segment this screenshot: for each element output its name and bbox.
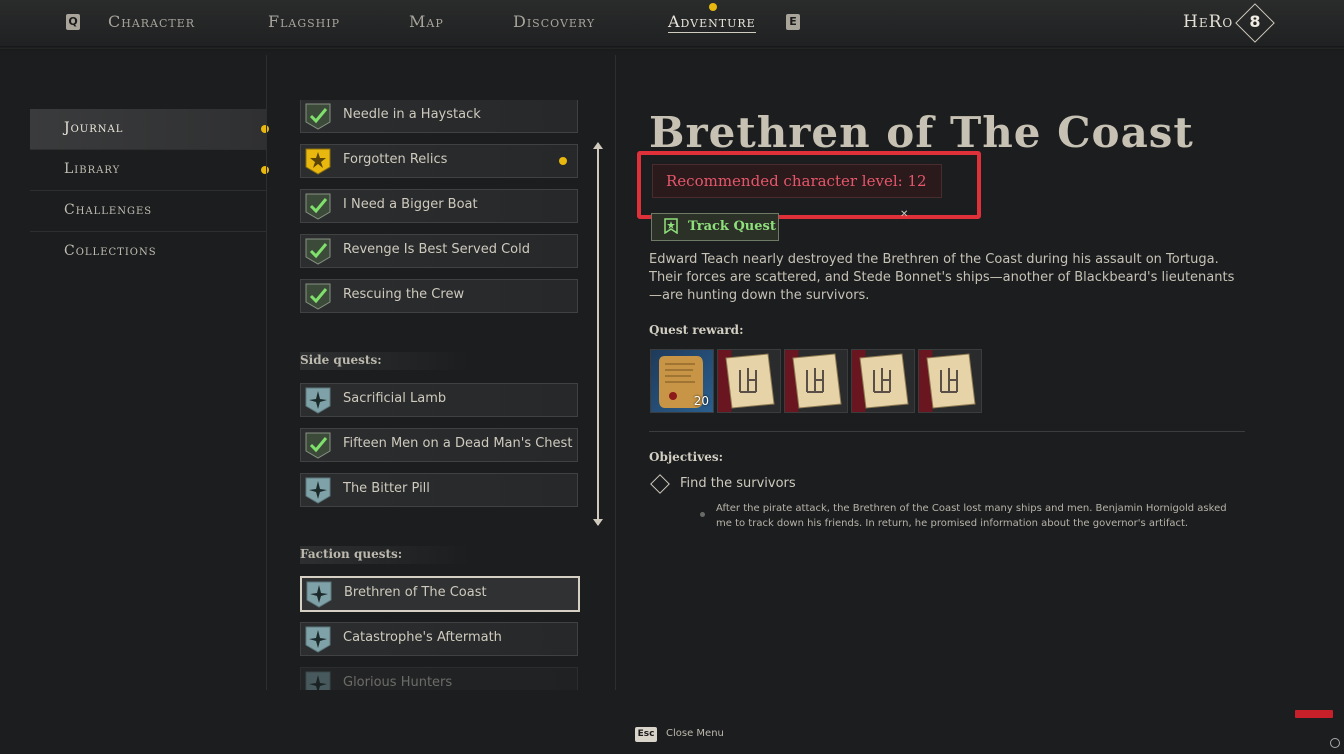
blueprint-icon: [725, 353, 775, 409]
section-divider: [649, 431, 1245, 432]
tab-map[interactable]: Map: [409, 12, 444, 31]
reward-item[interactable]: [784, 349, 848, 413]
compass-shield-icon: [305, 477, 331, 504]
objectives-label: Objectives:: [649, 450, 724, 464]
reward-item[interactable]: [717, 349, 781, 413]
quest-item-needle-in-a-haystack[interactable]: Needle in a Haystack: [300, 100, 578, 133]
check-shield-icon: [305, 103, 331, 130]
quest-list: Needle in a Haystack Forgotten Relics I …: [300, 100, 580, 690]
reward-label: Quest reward:: [649, 323, 744, 337]
section-title: Faction quests:: [300, 547, 403, 561]
quest-item-revenge-is-best-served-cold[interactable]: Revenge Is Best Served Cold: [300, 234, 578, 268]
quest-item-glorious-hunters[interactable]: Glorious Hunters: [300, 667, 578, 690]
quest-label: Needle in a Haystack: [343, 107, 481, 122]
check-shield-icon: [305, 193, 331, 220]
close-menu-button[interactable]: Close Menu: [666, 728, 724, 739]
quest-item-the-bitter-pill[interactable]: The Bitter Pill: [300, 473, 578, 507]
tab-flagship[interactable]: Flagship: [268, 12, 340, 31]
player-name: HeRo: [1183, 12, 1234, 32]
quest-item-rescuing-the-crew[interactable]: Rescuing the Crew: [300, 279, 578, 313]
quest-item-brethren-of-the-coast[interactable]: Brethren of The Coast: [300, 576, 580, 612]
column-divider: [615, 55, 616, 690]
notification-dot: [559, 157, 567, 165]
notification-dot: [709, 3, 717, 11]
quest-label: Catastrophe's Aftermath: [343, 630, 502, 645]
blueprint-icon: [859, 353, 909, 409]
quest-label: The Bitter Pill: [343, 481, 430, 496]
quest-label: I Need a Bigger Boat: [343, 197, 478, 212]
cursor-icon: [1330, 738, 1340, 748]
sidebar-item-label: Challenges: [64, 202, 153, 218]
track-quest-button[interactable]: Track Quest: [651, 213, 779, 241]
bullet-icon: [700, 512, 705, 517]
blueprint-icon: [926, 353, 976, 409]
highlight-box: [637, 151, 981, 219]
player-level: 8: [1249, 12, 1261, 31]
check-shield-icon: [305, 432, 331, 459]
quest-list-scrollbar[interactable]: [597, 145, 599, 525]
star-shield-icon: [305, 148, 331, 175]
section-title: Side quests:: [300, 353, 382, 367]
track-flag-icon: [664, 218, 678, 234]
side-quests-header: Side quests:: [300, 352, 470, 370]
e-key-hint: E: [786, 14, 800, 30]
sidebar-item-journal[interactable]: Journal: [30, 109, 269, 150]
sidebar-item-label: Library: [64, 161, 121, 177]
compass-shield-icon: [305, 671, 331, 690]
compass-shield-icon: [306, 581, 332, 608]
reward-item[interactable]: [918, 349, 982, 413]
cursor-icon: ✕: [900, 209, 909, 220]
q-key-hint: Q: [66, 14, 80, 30]
notification-dot: [261, 166, 269, 174]
objective-text: Find the survivors: [680, 476, 796, 491]
quest-label: Forgotten Relics: [343, 152, 448, 167]
reward-item[interactable]: [851, 349, 915, 413]
track-quest-label: Track Quest: [688, 219, 776, 234]
compass-shield-icon: [305, 387, 331, 414]
tab-character[interactable]: Character: [108, 12, 195, 31]
check-shield-icon: [305, 238, 331, 265]
quest-title: Brethren of The Coast: [649, 108, 1194, 157]
quest-label: Glorious Hunters: [343, 675, 453, 690]
quest-label: Sacrificial Lamb: [343, 391, 447, 406]
reward-quantity: 20: [693, 394, 709, 408]
check-shield-icon: [305, 283, 331, 310]
quest-label: Brethren of The Coast: [344, 585, 487, 600]
tab-discovery[interactable]: Discovery: [513, 12, 595, 31]
esc-key-hint: Esc: [635, 727, 657, 742]
column-divider: [266, 55, 267, 690]
blueprint-icon: [792, 353, 842, 409]
quest-item-sacrificial-lamb[interactable]: Sacrificial Lamb: [300, 383, 578, 417]
notification-dot: [261, 125, 269, 133]
compass-shield-icon: [305, 626, 331, 653]
sidebar-item-collections[interactable]: Collections: [30, 232, 266, 272]
quest-item-catastrophes-aftermath[interactable]: Catastrophe's Aftermath: [300, 622, 578, 656]
journal-sidebar: Journal Library Challenges Collections: [30, 109, 269, 272]
sidebar-item-label: Collections: [64, 243, 157, 259]
faction-quests-header: Faction quests:: [300, 546, 470, 564]
quest-label: Fifteen Men on a Dead Man's Chest: [343, 436, 573, 451]
quest-item-fifteen-men[interactable]: Fifteen Men on a Dead Man's Chest: [300, 428, 578, 462]
subscribe-badge-icon: [1295, 710, 1333, 718]
objective-detail: After the pirate attack, the Brethren of…: [716, 503, 1227, 529]
objective-diamond-icon: [650, 474, 670, 494]
quest-item-forgotten-relics[interactable]: Forgotten Relics: [300, 144, 578, 178]
quest-description: Edward Teach nearly destroyed the Brethr…: [649, 252, 1235, 303]
sidebar-item-library[interactable]: Library: [30, 150, 269, 191]
quest-label: Revenge Is Best Served Cold: [343, 242, 530, 257]
reward-item[interactable]: 20: [650, 349, 714, 413]
tab-adventure[interactable]: Adventure: [668, 12, 756, 33]
quest-label: Rescuing the Crew: [343, 287, 465, 302]
sidebar-item-label: Journal: [64, 120, 124, 136]
scroll-down-arrow-icon[interactable]: [593, 519, 603, 526]
quest-item-i-need-a-bigger-boat[interactable]: I Need a Bigger Boat: [300, 189, 578, 223]
sidebar-item-challenges[interactable]: Challenges: [30, 191, 266, 232]
